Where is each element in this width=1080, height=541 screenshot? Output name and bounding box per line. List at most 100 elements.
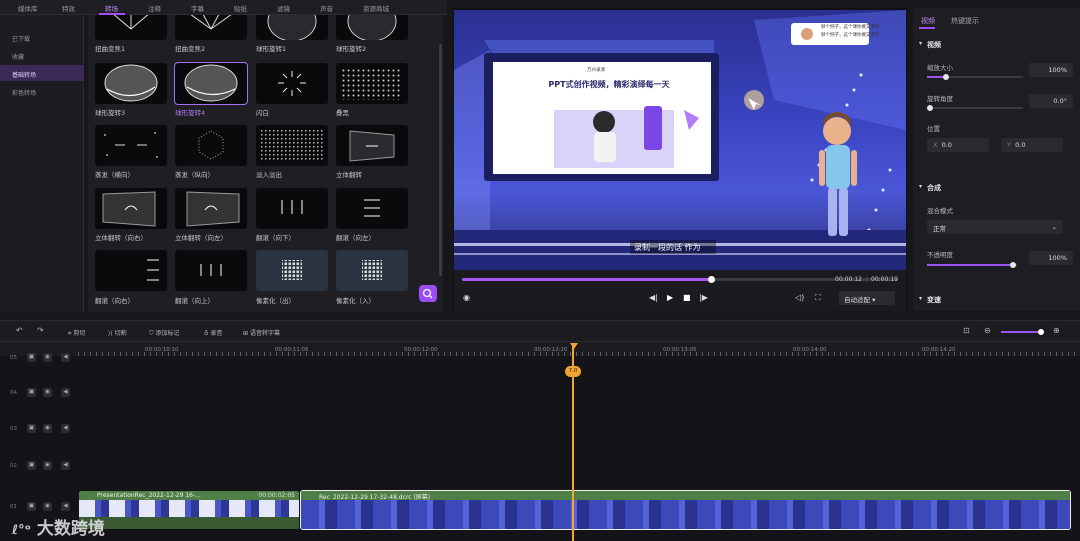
category-downloaded[interactable]: 已下载 [0,29,84,45]
video-canvas[interactable]: PPT式创作视频，精彩演绎每一天 万兴录演 够个例子，这个课你要又求印 够个例子… [454,10,906,270]
speech-to-text-button[interactable]: ⊞ 语音转字幕 [243,328,280,337]
playhead-marker[interactable]: 7.0 [565,366,581,377]
speaker-icon[interactable]: ◀ [61,502,70,511]
blend-mode-select[interactable]: 正常 ⌄ [927,220,1063,234]
transition-tile[interactable] [95,15,167,40]
grid-scrollbar[interactable] [439,44,442,276]
category-color-transitions[interactable]: 彩色转场 [0,83,84,99]
category-favorites[interactable]: 收藏 [0,47,84,63]
eye-icon[interactable]: ◉ [43,461,52,470]
position-y-input[interactable]: Y 0.0 [1001,138,1063,152]
transition-tile[interactable] [95,188,167,229]
eye-icon[interactable]: ◉ [43,502,52,511]
tab-media[interactable]: 媒体库 [18,3,38,13]
lock-icon[interactable]: ▣ [27,461,36,470]
tab-transitions[interactable]: 转场 [105,3,118,13]
collapse-icon[interactable]: ▾ [919,295,922,302]
transition-tile[interactable] [175,15,247,40]
zoom-slider-knob[interactable] [1038,329,1044,335]
scale-slider-knob[interactable] [943,74,949,80]
lock-icon[interactable]: ▣ [27,353,36,362]
transition-tile-selected[interactable] [174,62,248,105]
snapshot-icon[interactable]: ◉ [463,293,470,302]
timeline-clip[interactable]: PresentationRec_2022-12-29 16-... 00:00:0… [79,491,299,529]
collapse-icon[interactable]: ▾ [919,40,922,47]
timeline-clip-selected[interactable]: Rec_2022-12-29 17-32-48.dcrc (屏幕) [300,490,1071,530]
tab-filters[interactable]: 滤镜 [277,3,290,13]
inspector-tab-indicator [919,27,935,29]
transition-tile[interactable] [336,63,408,104]
tab-store[interactable]: 资源商城 [363,3,389,13]
speaker-icon[interactable]: ◀ [61,461,70,470]
opacity-slider-knob[interactable] [1010,262,1016,268]
ruler-time-label: 00:00:13:05 [663,347,697,353]
tab-audio[interactable]: 声音 [320,3,333,13]
tab-stickers[interactable]: 贴纸 [234,3,247,13]
lock-icon[interactable]: ▣ [27,502,36,511]
rotate-slider[interactable] [927,107,1023,109]
play-icon[interactable]: ▶ [667,293,673,302]
watermark: ℓ°ᵒ 大数跨境 [12,514,105,539]
eye-icon[interactable]: ◉ [43,353,52,362]
playhead-handle[interactable] [570,343,578,349]
stop-icon[interactable]: ■ [683,293,691,302]
progress-fill [462,278,711,281]
fit-dropdown[interactable]: 自动适配 ▾ [839,291,895,305]
speaker-icon[interactable]: ◀ [61,424,70,433]
transition-tile[interactable] [175,188,247,229]
scale-input[interactable]: 100% [1029,63,1073,77]
transition-tile[interactable] [336,15,408,40]
prev-frame-icon[interactable]: ◀| [649,293,658,302]
transition-tile[interactable] [95,125,167,166]
category-basic-transitions[interactable]: 基础转场 [0,65,84,81]
transition-tile[interactable] [175,125,247,166]
undo-icon[interactable]: ↶ [16,326,23,335]
search-button[interactable] [419,285,437,302]
transition-label: 球形旋转2 [336,45,367,53]
tab-annotations[interactable]: 注释 [148,3,161,13]
transition-tile[interactable] [256,63,328,104]
transition-tile[interactable] [256,250,328,291]
transition-label: 立体翻转（向左） [175,234,227,242]
eye-icon[interactable]: ◉ [43,424,52,433]
split-button[interactable]: ⟩⟨ 切割 [108,328,127,337]
transition-tile[interactable] [336,250,408,291]
speaker-icon[interactable]: ◀ [61,353,70,362]
opacity-input[interactable]: 100% [1029,251,1073,265]
fullscreen-icon[interactable]: ⛶ [815,293,821,303]
record-button[interactable]: ♁ 录音 [204,328,222,337]
progress-knob[interactable] [707,276,715,283]
transition-tile[interactable] [175,250,247,291]
tab-effects[interactable]: 特效 [62,3,75,13]
total-time: 00:00:19 [871,276,898,283]
rotate-slider-knob[interactable] [927,105,933,111]
zoom-out-icon[interactable]: ⊖ [984,326,991,335]
collapse-icon[interactable]: ▾ [919,183,922,190]
position-x-input[interactable]: X 0.0 [927,138,989,152]
rotate-input[interactable]: 0.0° [1029,94,1073,108]
transition-tile[interactable] [256,15,328,40]
redo-icon[interactable]: ↷ [37,326,44,335]
eye-icon[interactable]: ◉ [43,388,52,397]
zoom-in-icon[interactable]: ⊕ [1053,326,1060,335]
tab-video-properties[interactable]: 视频 [921,16,935,26]
transition-tile[interactable] [256,125,328,166]
fit-timeline-icon[interactable]: ⊡ [963,326,970,335]
progress-track[interactable] [462,278,898,281]
zoom-slider[interactable] [1001,331,1041,333]
volume-icon[interactable]: ◁) [795,293,804,302]
transition-tile[interactable] [95,63,167,104]
transition-tile[interactable] [336,188,408,229]
transition-tile[interactable] [95,250,167,291]
crop-button[interactable]: ⌗ 剪切 [68,328,85,338]
transition-tile[interactable] [256,188,328,229]
transition-tile[interactable] [336,125,408,166]
speaker-icon[interactable]: ◀ [61,388,70,397]
lock-icon[interactable]: ▣ [27,424,36,433]
timeline-ruler[interactable]: 00:00:10:10 00:00:11:05 00:00:12:00 00:0… [0,342,1080,356]
tab-captions[interactable]: 字幕 [191,3,204,13]
lock-icon[interactable]: ▣ [27,388,36,397]
add-marker-button[interactable]: ⛉ 添加标记 [149,328,179,338]
next-frame-icon[interactable]: |▶ [699,293,708,302]
tab-hotkey-hints[interactable]: 热键提示 [951,16,979,26]
